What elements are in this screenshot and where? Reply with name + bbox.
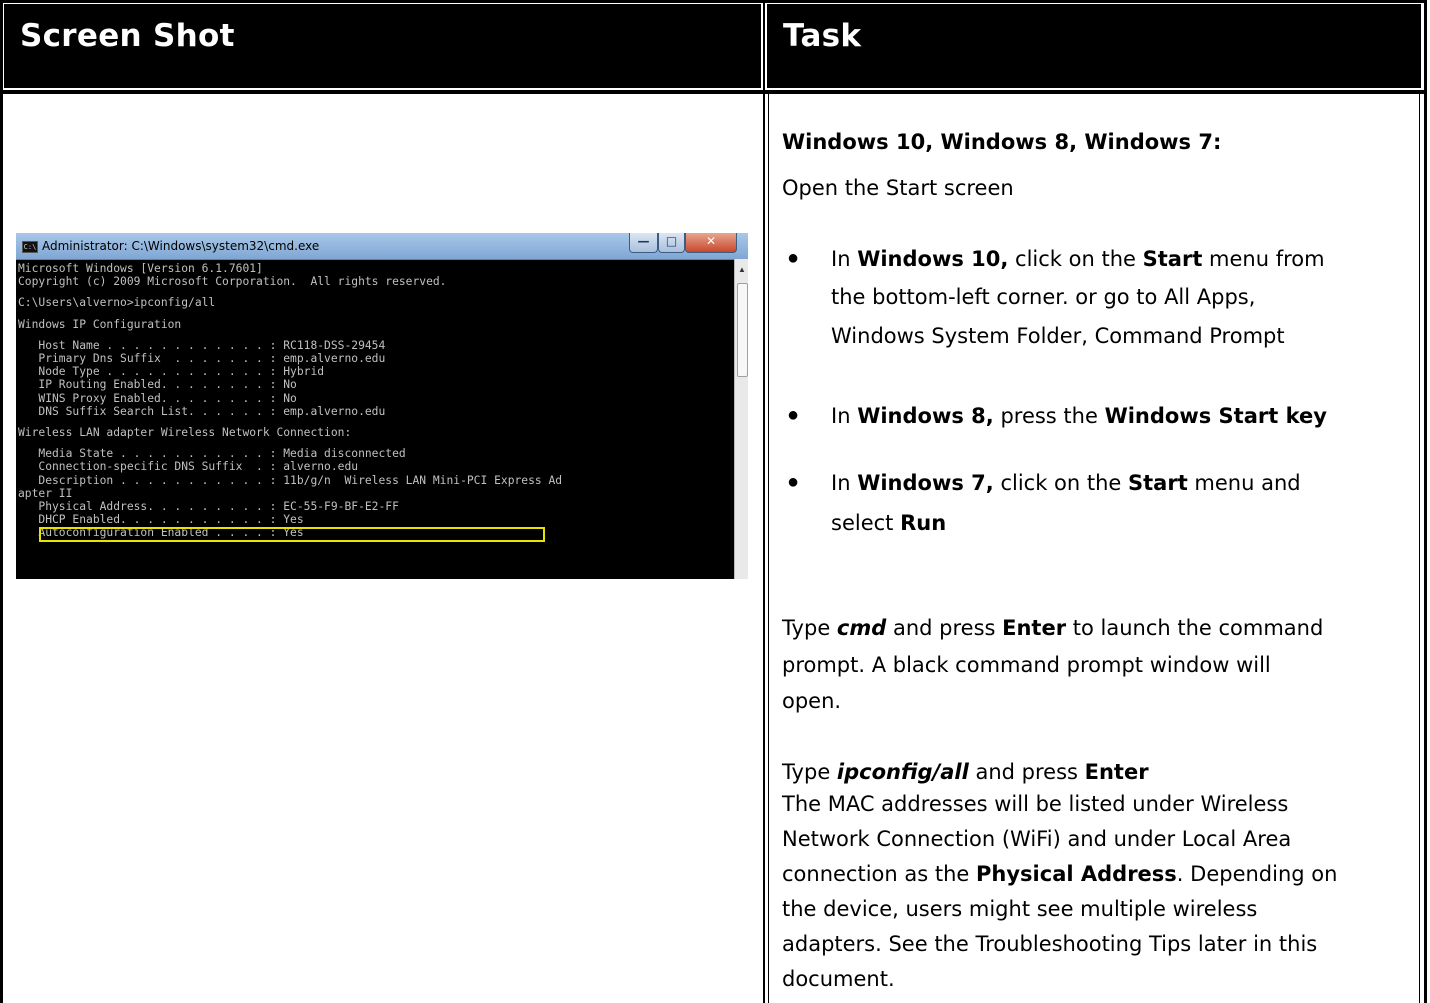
bullet-2-line-1: In Windows 8, press the Windows Start ke… bbox=[831, 400, 1327, 432]
physical-address-highlight bbox=[39, 527, 545, 542]
ipconfig-para-text: . Depending on bbox=[1176, 862, 1338, 886]
cmd-output-line: WINS Proxy Enabled. . . . . . . . : No bbox=[18, 391, 297, 405]
bullet-3-text: menu and bbox=[1187, 471, 1301, 495]
bullet-3-text: In bbox=[831, 471, 858, 495]
column-divider-inner bbox=[768, 94, 769, 1003]
bullet-1-text: click on the bbox=[1008, 247, 1143, 271]
cmd-para-line-1: Type cmd and press Enter to launch the c… bbox=[782, 612, 1323, 644]
maximize-button: □ bbox=[658, 233, 685, 253]
cmd-output-line: Wireless LAN adapter Wireless Network Co… bbox=[18, 426, 352, 439]
bullet-1-line-1: In Windows 10, click on the Start menu f… bbox=[831, 243, 1325, 275]
bullet-2-bold: Windows Start key bbox=[1104, 404, 1327, 428]
cmd-output-line: IP Routing Enabled. . . . . . . . : No bbox=[18, 378, 297, 392]
cmd-command: cmd bbox=[836, 616, 887, 640]
column-divider bbox=[763, 94, 765, 1003]
enter-key-text: Enter bbox=[1084, 760, 1149, 784]
task-heading-text: Windows 10, Windows 8, Windows 7: bbox=[782, 130, 1222, 154]
bullet-2-text: In bbox=[831, 404, 858, 428]
header-divider bbox=[763, 0, 765, 90]
bullet-1-text: menu from bbox=[1202, 247, 1325, 271]
ipconfig-para-text: Type bbox=[782, 760, 837, 784]
header-screen-shot: Screen Shot bbox=[4, 4, 761, 88]
right-inner-border bbox=[1419, 94, 1420, 1003]
cmd-para-text: and press bbox=[886, 616, 1003, 640]
bullet-1-text: In bbox=[831, 247, 858, 271]
cmd-output-line: Microsoft Windows [Version 6.1.7601] bbox=[18, 262, 263, 275]
cmd-window-screenshot: C:\ Administrator: C:\Windows\system32\c… bbox=[16, 233, 748, 579]
bullet-1-bold: Start bbox=[1142, 247, 1203, 271]
ipconfig-para-line-5: the device, users might see multiple wir… bbox=[782, 897, 1258, 921]
cmd-output-line: C:\Users\alverno>ipconfig/all bbox=[18, 296, 216, 310]
scroll-up-icon: ▲ bbox=[738, 265, 746, 274]
ipconfig-para-line-6: adapters. See the Troubleshooting Tips l… bbox=[782, 932, 1318, 956]
ipconfig-para-line-2: The MAC addresses will be listed under W… bbox=[782, 792, 1289, 816]
close-button: ✕ bbox=[685, 233, 737, 253]
ipconfig-para-line-4: connection as the Physical Address. Depe… bbox=[782, 858, 1337, 890]
border-left bbox=[0, 0, 3, 1003]
cmd-output-line: DNS Suffix Search List. . . . . . : emp.… bbox=[18, 404, 386, 418]
cmd-para-line-3: open. bbox=[782, 689, 842, 713]
bullet-3-line-2: select Run bbox=[831, 507, 946, 539]
bullet-1-icon: ● bbox=[787, 247, 800, 269]
cmd-output-line: Connection-specific DNS Suffix . : alver… bbox=[18, 460, 359, 474]
border-top bbox=[0, 0, 1427, 3]
header-task: Task bbox=[767, 4, 1421, 88]
maximize-icon: □ bbox=[665, 234, 678, 248]
cmd-output-line: apter II bbox=[18, 486, 73, 500]
header-screen-shot-label: Screen Shot bbox=[20, 18, 235, 54]
minimize-button: — bbox=[629, 233, 658, 253]
cmd-output-line: DHCP Enabled. . . . . . . . . . . : Yes bbox=[18, 513, 304, 527]
ipconfig-para-text: and press bbox=[968, 760, 1085, 784]
header-task-label: Task bbox=[783, 18, 862, 54]
cmd-output-line: Media State . . . . . . . . . . . : Medi… bbox=[18, 447, 406, 461]
task-heading: Windows 10, Windows 8, Windows 7: bbox=[782, 126, 1221, 158]
cmd-output-line: Description . . . . . . . . . . . : 11b/… bbox=[18, 473, 563, 487]
ipconfig-para-line-1: Type ipconfig/all and press Enter bbox=[782, 756, 1149, 788]
physical-address-text: Physical Address bbox=[976, 862, 1177, 886]
cmd-output-line: Primary Dns Suffix . . . . . . . : emp.a… bbox=[18, 352, 386, 365]
bullet-1-line-2: the bottom-left corner. or go to All App… bbox=[831, 285, 1256, 309]
bullet-2-text: press the bbox=[993, 404, 1105, 428]
cmd-app-icon: C:\ bbox=[22, 241, 38, 253]
bullet-2-bold: Windows 8, bbox=[857, 404, 994, 428]
table-frame: Screen Shot Task C:\ Administrator: C:\W… bbox=[0, 0, 1430, 1003]
bullet-1-bold: Windows 10, bbox=[857, 247, 1009, 271]
ipconfig-para-line-3: Network Connection (WiFi) and under Loca… bbox=[782, 827, 1292, 851]
scroll-thumb bbox=[737, 283, 748, 377]
ipconfig-para-line-7: document. bbox=[782, 967, 895, 991]
enter-key-text: Enter bbox=[1002, 616, 1067, 640]
cmd-output-line: Windows IP Configuration bbox=[18, 317, 182, 331]
bullet-3-bold: Run bbox=[900, 511, 947, 535]
bullet-1-line-3: Windows System Folder, Command Prompt bbox=[831, 324, 1285, 348]
bullet-3-text: click on the bbox=[993, 471, 1129, 495]
cmd-scrollbar: ▲ bbox=[734, 259, 748, 579]
cmd-window-title: Administrator: C:\Windows\system32\cmd.e… bbox=[42, 239, 320, 253]
cmd-output-line: Host Name . . . . . . . . . . . . : RC11… bbox=[18, 338, 386, 352]
bullet-3-bold: Windows 7, bbox=[857, 471, 994, 495]
cmd-para-text: Type bbox=[782, 616, 837, 640]
bullet-3-line-1: In Windows 7, click on the Start menu an… bbox=[831, 467, 1301, 499]
cmd-para-text: to launch the command bbox=[1066, 616, 1324, 640]
ipconfig-para-text: connection as the bbox=[782, 862, 977, 886]
cmd-output-line: Node Type . . . . . . . . . . . . : Hybr… bbox=[18, 365, 325, 379]
bullet-3-bold: Start bbox=[1128, 471, 1188, 495]
bullet-2-icon: ● bbox=[787, 404, 800, 426]
minimize-icon: — bbox=[637, 234, 650, 248]
bullet-3-text: select bbox=[831, 511, 901, 535]
bullet-3-icon: ● bbox=[787, 471, 800, 493]
ipconfig-command: ipconfig/all bbox=[836, 760, 969, 784]
open-start-text: Open the Start screen bbox=[782, 176, 1014, 200]
cmd-output-line: Physical Address. . . . . . . . . : EC-5… bbox=[18, 500, 399, 513]
row-divider bbox=[0, 90, 1427, 94]
close-icon: ✕ bbox=[705, 234, 717, 248]
cmd-output-line: Copyright (c) 2009 Microsoft Corporation… bbox=[18, 275, 447, 289]
border-right bbox=[1424, 0, 1427, 1003]
cmd-para-line-2: prompt. A black command prompt window wi… bbox=[782, 653, 1271, 677]
